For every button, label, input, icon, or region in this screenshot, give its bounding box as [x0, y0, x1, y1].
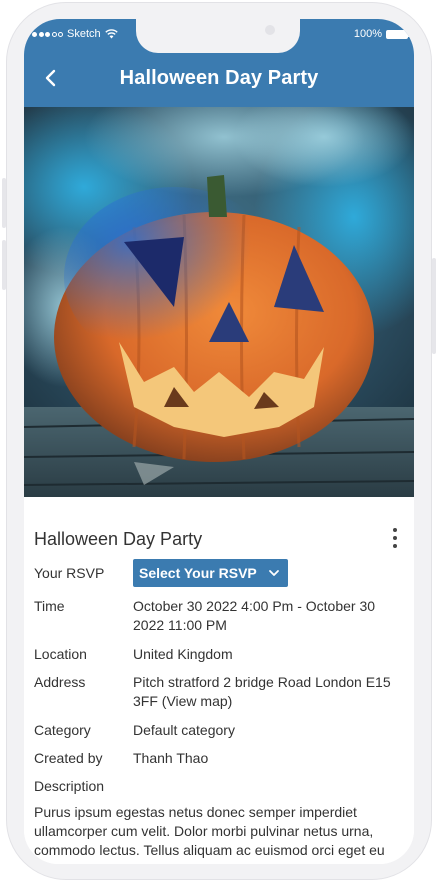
created-by-label: Created by: [34, 750, 103, 766]
front-camera: [265, 25, 275, 35]
device-notch: [136, 19, 300, 53]
signal-icon: [32, 31, 63, 37]
event-title: Halloween Day Party: [34, 529, 203, 549]
location-value: United Kingdom: [133, 646, 233, 662]
wifi-icon: [104, 29, 118, 39]
time-value: October 30 2022 4:00 Pm - October 30 202…: [133, 598, 376, 633]
carrier-name: Sketch: [67, 28, 101, 40]
status-bar-left: Sketch: [32, 28, 118, 40]
rsvp-label: Your RSVP: [34, 565, 105, 581]
address-value[interactable]: Pitch stratford 2 bridge Road London E15…: [133, 673, 409, 711]
vertical-dots-icon: [393, 528, 397, 532]
app-header: Sketch 100% Halloween Day Party: [24, 19, 414, 107]
volume-down-button: [2, 240, 6, 290]
volume-up-button: [2, 178, 6, 228]
jack-o-lantern-photo: [24, 107, 414, 497]
description-label: Description: [34, 778, 105, 794]
event-details: Halloween Day Party Your RSVP Select You…: [24, 497, 414, 864]
rsvp-selected-value: Select Your RSVP: [139, 565, 257, 581]
time-label: Time: [34, 598, 65, 614]
more-options-button[interactable]: [390, 528, 400, 548]
location-label: Location: [34, 646, 87, 662]
category-label: Category: [34, 722, 91, 738]
created-by-value: Thanh Thao: [133, 750, 209, 766]
power-button: [432, 258, 436, 354]
app-screen: Sketch 100% Halloween Day Party Hallowee…: [24, 19, 414, 864]
event-cover-image: [24, 107, 414, 497]
rsvp-dropdown[interactable]: Select Your RSVP: [133, 559, 288, 587]
category-value: Default category: [133, 722, 235, 738]
battery-icon: [386, 29, 410, 39]
description-text: Purus ipsum egestas netus donec semper i…: [34, 804, 385, 864]
page-title: Halloween Day Party: [119, 67, 319, 89]
battery-percentage: 100%: [353, 28, 382, 40]
chevron-down-icon: [269, 570, 279, 576]
status-bar-right: 100%: [353, 28, 410, 40]
address-label: Address: [34, 674, 86, 690]
